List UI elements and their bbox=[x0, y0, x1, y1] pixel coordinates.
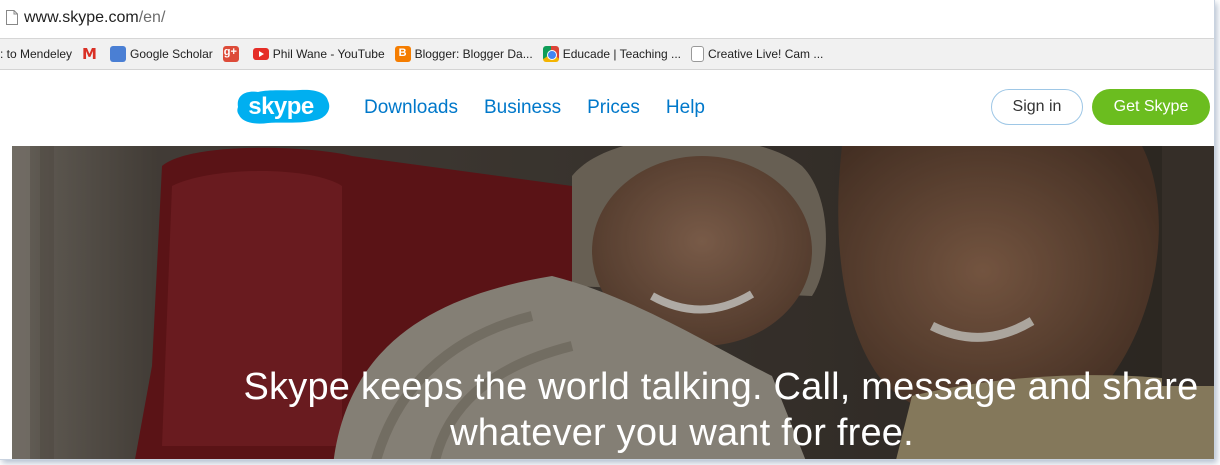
chrome-icon bbox=[542, 46, 559, 62]
bookmark-label: : to Mendeley bbox=[0, 47, 73, 61]
web-page: skype Downloads Business Prices Help Sig… bbox=[0, 70, 1214, 459]
url-path: /en/ bbox=[138, 9, 166, 26]
bookmark-blogger[interactable]: Blogger: Blogger Da... bbox=[394, 46, 533, 62]
hero-banner: Skype keeps the world talking. Call, mes… bbox=[12, 146, 1214, 459]
get-skype-button[interactable]: Get Skype bbox=[1092, 89, 1210, 125]
hero-tagline-line1: Skype keeps the world talking. Call, mes… bbox=[243, 366, 1199, 408]
google-plus-icon bbox=[222, 46, 239, 62]
hero-tagline-line2: whatever you want for free. bbox=[450, 412, 914, 454]
nav-business[interactable]: Business bbox=[484, 97, 561, 119]
document-icon bbox=[691, 46, 705, 62]
youtube-icon bbox=[252, 48, 269, 60]
sign-in-button[interactable]: Sign in bbox=[991, 89, 1083, 125]
bookmark-label: Educade | Teaching ... bbox=[562, 47, 682, 61]
nav-downloads[interactable]: Downloads bbox=[364, 97, 458, 119]
bookmark-google-plus[interactable] bbox=[222, 46, 243, 62]
bookmark-label: Creative Live! Cam ... bbox=[708, 47, 824, 61]
bookmark-label: Blogger: Blogger Da... bbox=[414, 47, 533, 61]
bookmark-label: Phil Wane - YouTube bbox=[272, 47, 385, 61]
bookmark-educade[interactable]: Educade | Teaching ... bbox=[542, 46, 682, 62]
url-text[interactable]: www.skype.com/en/ bbox=[24, 9, 165, 27]
bookmarks-bar: : to Mendeley Google Scholar Phil Wane -… bbox=[0, 39, 1214, 70]
bookmark-google-scholar[interactable]: Google Scholar bbox=[110, 46, 213, 62]
nav-help[interactable]: Help bbox=[666, 97, 705, 119]
skype-logo-text: skype bbox=[248, 93, 314, 120]
bookmark-label: Google Scholar bbox=[130, 47, 213, 61]
hero-tagline: Skype keeps the world talking. Call, mes… bbox=[12, 364, 1214, 456]
gmail-icon bbox=[80, 45, 97, 63]
main-nav: Downloads Business Prices Help bbox=[364, 97, 705, 119]
bookmark-gmail[interactable] bbox=[80, 45, 100, 63]
url-domain: www.skype.com bbox=[24, 9, 139, 26]
bookmark-creative-live[interactable]: Creative Live! Cam ... bbox=[691, 46, 823, 62]
bookmark-mendeley[interactable]: : to Mendeley bbox=[0, 47, 72, 61]
page-icon bbox=[6, 10, 18, 25]
site-header: skype Downloads Business Prices Help Sig… bbox=[0, 70, 1214, 146]
blogger-icon bbox=[394, 46, 411, 62]
browser-window: www.skype.com/en/ : to Mendeley Google S… bbox=[0, 0, 1215, 460]
address-bar[interactable]: www.skype.com/en/ bbox=[0, 0, 1214, 39]
nav-prices[interactable]: Prices bbox=[587, 97, 640, 119]
bookmark-youtube[interactable]: Phil Wane - YouTube bbox=[252, 47, 385, 61]
skype-logo[interactable]: skype bbox=[230, 87, 334, 127]
scholar-icon bbox=[110, 46, 127, 62]
